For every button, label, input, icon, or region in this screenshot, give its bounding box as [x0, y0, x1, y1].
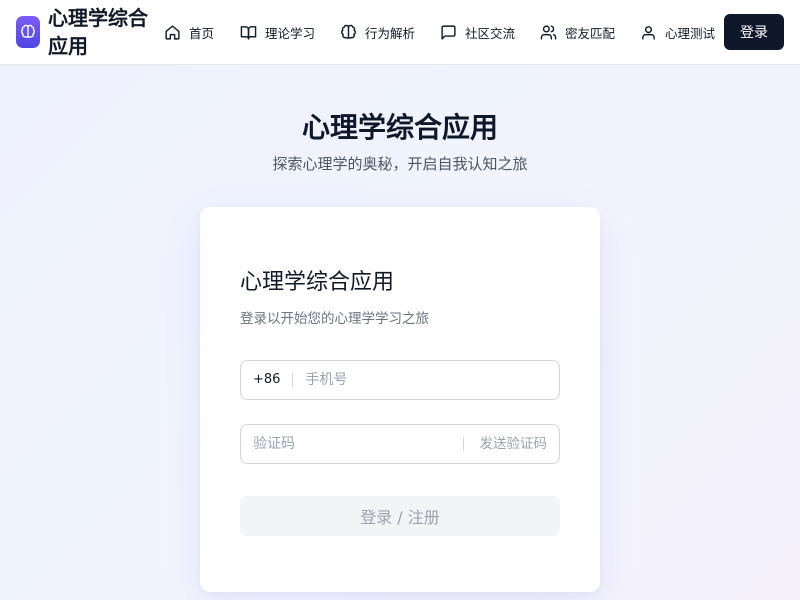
header-login-button[interactable]: 登录 — [724, 14, 784, 50]
code-field: 发送验证码 — [240, 424, 560, 464]
brain-icon — [341, 24, 356, 39]
nav-item-behavior[interactable]: 行为解析 — [340, 21, 415, 43]
top-header: 心理学综合应用 首页 理论学习 行为解析 社区交流 密友匹配 心理测试 登录 — [0, 0, 800, 65]
login-card: 心理学综合应用 登录以开始您的心理学学习之旅 +86 发送验证码 登录 / 注册 — [200, 207, 600, 592]
users-icon — [540, 24, 557, 40]
country-code-prefix[interactable]: +86 — [253, 373, 294, 387]
phone-field: +86 — [240, 360, 560, 400]
chat-icon — [441, 24, 456, 40]
book-icon — [240, 25, 257, 40]
nav-label: 理论学习 — [265, 25, 316, 41]
brain-logo-icon — [16, 16, 40, 48]
login-register-button[interactable]: 登录 / 注册 — [240, 496, 560, 536]
hero-title: 心理学综合应用 — [301, 111, 498, 144]
nav-item-community[interactable]: 社区交流 — [440, 21, 515, 43]
home-icon — [165, 24, 180, 40]
login-card-title: 心理学综合应用 — [240, 270, 395, 295]
nav-label: 心理测试 — [665, 25, 716, 41]
nav-label: 首页 — [189, 25, 215, 41]
send-code-button[interactable]: 发送验证码 — [462, 437, 547, 451]
nav-label: 行为解析 — [365, 25, 416, 41]
app-title: 心理学综合应用 — [48, 6, 148, 58]
nav-item-theory[interactable]: 理论学习 — [240, 21, 315, 43]
hero-subtitle: 探索心理学的奥秘，开启自我认知之旅 — [272, 155, 528, 173]
nav-item-home[interactable]: 首页 — [164, 21, 214, 43]
verification-code-input[interactable] — [253, 425, 463, 463]
login-card-subtitle: 登录以开始您的心理学学习之旅 — [240, 311, 429, 327]
nav-item-psych-test[interactable]: 心理测试 — [640, 21, 715, 43]
phone-input[interactable] — [305, 361, 559, 399]
nav-label: 密友匹配 — [565, 25, 616, 41]
nav-label: 社区交流 — [465, 25, 516, 41]
user-icon — [642, 25, 655, 40]
nav-item-friend-match[interactable]: 密友匹配 — [540, 21, 615, 43]
